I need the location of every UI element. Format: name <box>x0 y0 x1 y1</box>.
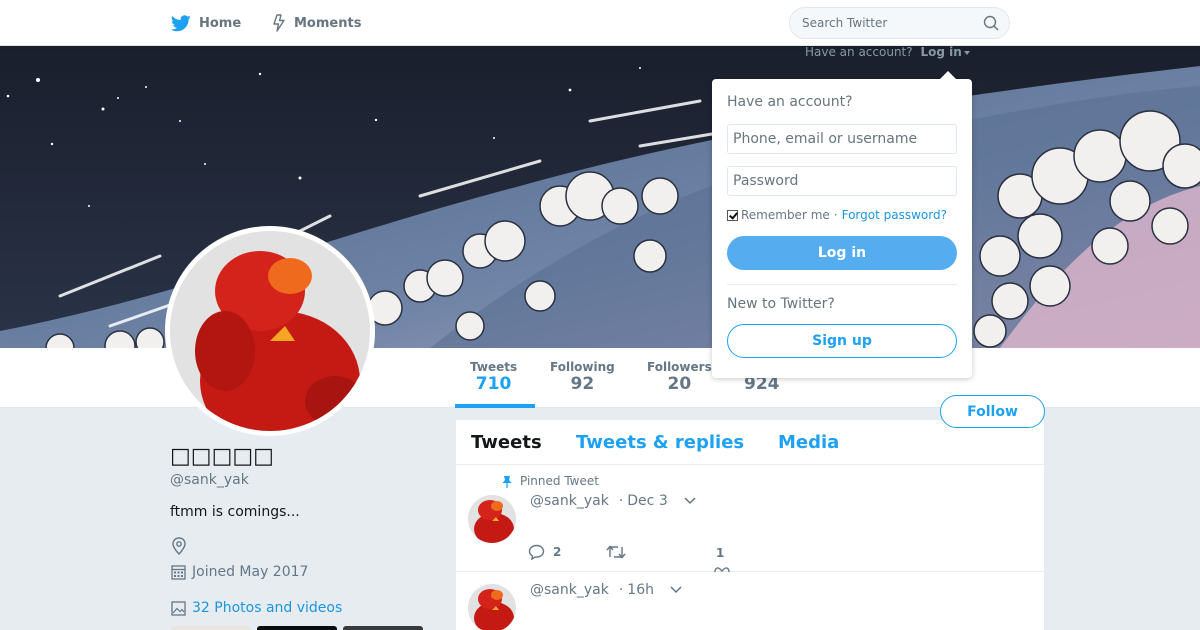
tweet-handle[interactable]: @sank_yak <box>530 582 609 598</box>
pin-icon <box>502 475 512 488</box>
tweet-actions: 2 1 <box>528 544 730 572</box>
profile-avatar[interactable] <box>165 226 375 436</box>
tweet-avatar[interactable] <box>468 495 516 543</box>
remember-me-label[interactable]: Remember me <box>741 208 830 222</box>
divider <box>727 284 957 285</box>
tweet-timestamp[interactable]: Dec 3 <box>627 493 667 509</box>
stat-tweets-label: Tweets <box>470 360 518 374</box>
signup-button[interactable]: Sign up <box>727 324 957 358</box>
nav-home[interactable]: Home <box>171 0 241 46</box>
dot-separator: · <box>833 208 838 222</box>
stat-followers-label: Followers <box>647 360 712 374</box>
password-field[interactable] <box>727 166 957 196</box>
tweet-header: @sank_yak · 16h <box>530 582 682 598</box>
username-field[interactable] <box>727 124 957 154</box>
active-tab-underline <box>455 404 535 408</box>
tweet-timestamp[interactable]: 16h <box>627 582 654 598</box>
tweet-item[interactable]: Pinned Tweet @sank_yak · Dec 3 2 1 <box>456 465 1044 572</box>
profile-display-name[interactable]: □□□□□ <box>170 444 274 469</box>
timeline: Tweets Tweets & replies Media Pinned Twe… <box>456 420 1044 630</box>
media-thumbnail[interactable] <box>343 626 423 630</box>
location-row <box>171 537 187 559</box>
search-icon[interactable] <box>983 15 999 31</box>
stat-following-label: Following <box>550 360 615 374</box>
stat-followers[interactable]: Followers 20 <box>647 360 712 394</box>
tab-tweets[interactable]: Tweets <box>471 432 542 453</box>
profile-handle[interactable]: @sank_yak <box>170 472 249 488</box>
caret-down-icon <box>963 50 970 55</box>
reply-icon <box>528 544 545 560</box>
stat-following[interactable]: Following 92 <box>550 360 615 394</box>
follow-button[interactable]: Follow <box>940 395 1045 428</box>
login-link[interactable]: Log in <box>920 45 961 59</box>
joined-row: Joined May 2017 <box>171 564 308 580</box>
top-navigation-bar: Home Moments <box>0 0 1200 46</box>
retweet-action[interactable] <box>606 545 714 559</box>
nav-moments-label: Moments <box>294 15 362 31</box>
tweet-dot-separator: · <box>618 582 624 598</box>
tab-tweets-replies[interactable]: Tweets & replies <box>576 432 744 453</box>
login-button[interactable]: Log in <box>727 236 957 270</box>
stat-following-value: 92 <box>570 374 595 394</box>
media-thumbnail[interactable] <box>257 626 337 630</box>
image-icon <box>171 600 186 616</box>
tweet-header: @sank_yak · Dec 3 <box>530 493 696 509</box>
stat-followers-value: 20 <box>667 374 692 394</box>
retweet-icon <box>606 545 626 559</box>
lightning-icon <box>273 14 285 32</box>
nav-moments[interactable]: Moments <box>272 0 361 46</box>
remember-me-checkbox[interactable] <box>727 209 738 221</box>
twitter-bird-icon <box>171 14 191 31</box>
pinned-label: Pinned Tweet <box>502 474 599 488</box>
login-dropdown: Have an account? Remember me · Forgot pa… <box>712 71 972 378</box>
chevron-down-icon[interactable] <box>684 497 696 505</box>
tweet-handle[interactable]: @sank_yak <box>530 493 609 509</box>
forgot-password-link[interactable]: Forgot password? <box>842 208 947 222</box>
media-thumbnail[interactable] <box>171 626 251 630</box>
login-prompt-text: Have an account? <box>805 45 913 59</box>
tab-media[interactable]: Media <box>778 432 839 453</box>
like-count: 1 <box>716 546 725 560</box>
search-input[interactable] <box>802 8 972 38</box>
stat-tweets[interactable]: Tweets 710 <box>470 360 517 394</box>
login-prompt: Have an account? Log in <box>805 45 970 59</box>
photos-videos-row[interactable]: 32 Photos and videos <box>171 600 342 616</box>
nav-home-label: Home <box>199 15 242 31</box>
photos-videos-link[interactable]: 32 Photos and videos <box>192 600 342 616</box>
tweet-avatar[interactable] <box>468 584 516 630</box>
reply-count: 2 <box>553 545 562 559</box>
tweet-item[interactable]: @sank_yak · 16h <box>456 572 1044 630</box>
tweet-dot-separator: · <box>618 493 624 509</box>
stat-tweets-value: 710 <box>475 374 512 394</box>
remember-row: Remember me · Forgot password? <box>727 208 947 222</box>
joined-date: Joined May 2017 <box>192 564 309 580</box>
search-box <box>789 7 1010 39</box>
profile-bio: ftmm is comings... <box>170 504 300 520</box>
new-to-twitter-label: New to Twitter? <box>727 296 835 312</box>
media-thumbnails <box>171 626 423 630</box>
reply-action[interactable]: 2 <box>528 544 606 560</box>
calendar-icon <box>171 565 186 580</box>
location-pin-icon <box>172 537 186 555</box>
chevron-down-icon[interactable] <box>670 586 682 594</box>
dropdown-title: Have an account? <box>727 94 853 110</box>
pinned-tweet-text: Pinned Tweet <box>520 474 599 488</box>
